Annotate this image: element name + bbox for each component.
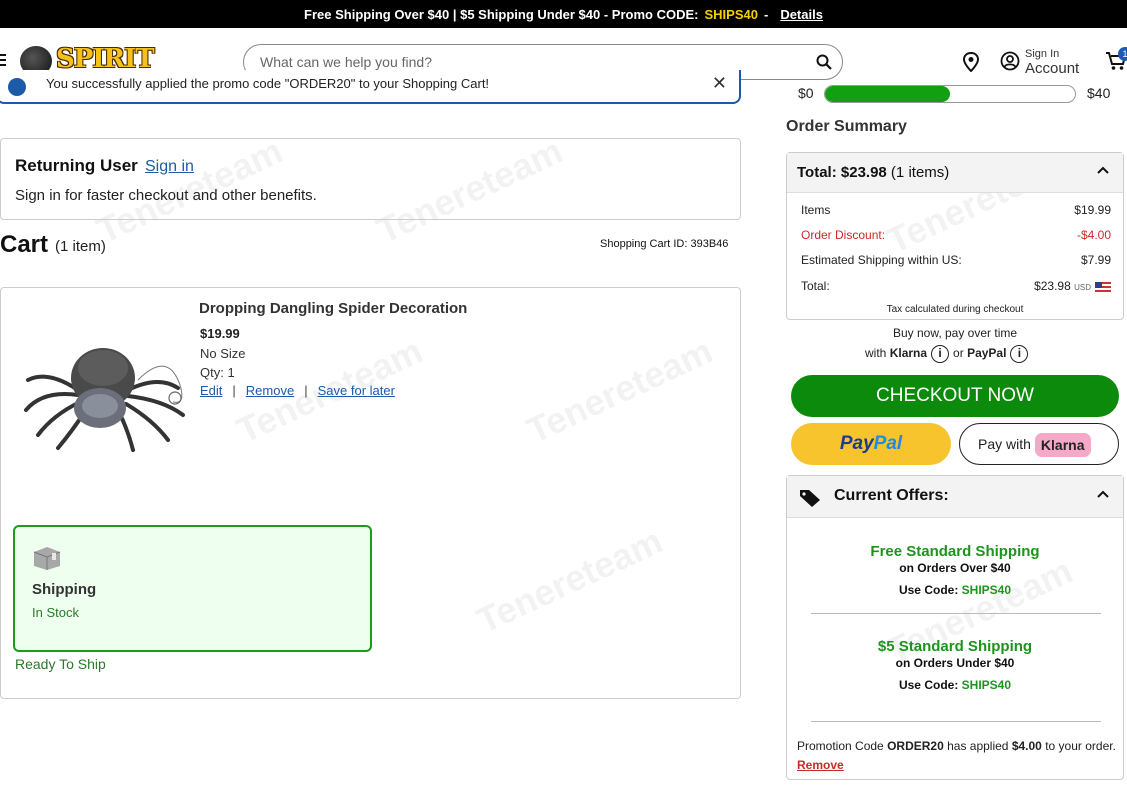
details-link[interactable]: Details (780, 7, 823, 22)
account-icon[interactable] (1000, 51, 1020, 71)
search-icon[interactable] (816, 54, 832, 70)
order-summary-panel: Total: $23.98 (1 items) Items $19.99 Orde… (786, 152, 1124, 320)
progress-max-label: $40 (1087, 85, 1111, 101)
paypal-logo-pal: Pal (873, 433, 903, 454)
summary-row-shipping: Estimated Shipping within US: $7.99 (801, 253, 1111, 267)
progress-fill (825, 86, 950, 102)
product-size: No Size (200, 346, 246, 361)
info-icon (8, 78, 26, 96)
paypal-button[interactable]: PayPal (791, 423, 951, 465)
cart-item-count: (1 item) (55, 238, 106, 255)
current-offers-panel: Current Offers: Free Standard Shipping o… (786, 475, 1124, 780)
item-actions: Edit | Remove | Save for later (200, 383, 395, 398)
summary-row-items: Items $19.99 (801, 203, 1111, 217)
shopping-cart-id: Shopping Cart ID: 393B46 (600, 238, 729, 250)
promo-bar: Free Shipping Over $40 | $5 Shipping Und… (0, 0, 1127, 28)
stock-status: In Stock (32, 605, 79, 620)
product-price: $19.99 (200, 326, 240, 341)
edit-link[interactable]: Edit (200, 383, 222, 398)
chevron-up-icon[interactable] (1097, 490, 1109, 498)
checkout-now-button[interactable]: CHECKOUT NOW (791, 375, 1119, 417)
promo-dash: - (763, 6, 769, 22)
info-icon[interactable]: i (931, 345, 950, 363)
close-icon[interactable]: ✕ (712, 73, 727, 94)
info-icon[interactable]: i (1010, 345, 1029, 363)
product-name[interactable]: Dropping Dangling Spider Decoration (199, 300, 467, 317)
package-icon (33, 547, 61, 570)
order-summary-header[interactable]: Total: $23.98 (1 items) (787, 153, 1123, 193)
shipping-option-card[interactable]: Shipping In Stock (13, 525, 372, 652)
summary-row-total: Total: $23.98 USD (801, 279, 1111, 293)
remove-link[interactable]: Remove (246, 383, 294, 398)
free-shipping-progress (824, 85, 1076, 103)
paypal-text: PayPal (967, 346, 1007, 361)
returning-user-panel: Returning User Sign in Sign in for faste… (0, 138, 741, 220)
returning-user-subtitle: Sign in for faster checkout and other be… (15, 187, 317, 204)
cart-count-badge: 1 (1118, 47, 1127, 61)
notice-text: You successfully applied the promo code … (46, 76, 490, 91)
progress-min-label: $0 (798, 85, 814, 101)
bnpl-text: Buy now, pay over time (892, 326, 1018, 340)
klarna-text: Klarna (889, 346, 928, 361)
summary-item-count: (1 items) (886, 164, 950, 181)
offer-free-shipping: Free Standard Shipping on Orders Over $4… (870, 543, 1040, 597)
tag-icon (800, 490, 820, 507)
search-input[interactable] (260, 54, 800, 70)
paypal-logo-pay: Pay (839, 433, 874, 454)
spider-product-image[interactable] (18, 330, 188, 455)
remove-promo-link[interactable]: Remove (797, 758, 844, 772)
currency-label: USD (1074, 283, 1091, 292)
account-link[interactable]: Account (1025, 60, 1079, 77)
location-pin-icon[interactable] (962, 52, 980, 72)
menu-icon[interactable] (0, 54, 6, 69)
separator: | (232, 383, 236, 398)
tax-note: Tax calculated during checkout (886, 304, 1024, 315)
offer-5-shipping: $5 Standard Shipping on Orders Under $40… (877, 638, 1033, 692)
promo-text: Free Shipping Over $40 | $5 Shipping Und… (304, 6, 699, 22)
chevron-up-icon[interactable] (1097, 166, 1109, 174)
cart-title: Cart (0, 231, 49, 258)
summary-row-discount: Order Discount: -$4.00 (801, 228, 1111, 242)
current-offers-header[interactable]: Current Offers: (787, 476, 1123, 518)
ready-to-ship: Ready To Ship (15, 656, 106, 672)
product-qty: Qty: 1 (200, 365, 235, 380)
klarna-logo: Klarna (1034, 433, 1091, 458)
promo-applied-notice: You successfully applied the promo code … (0, 70, 741, 104)
current-offers-title: Current Offers: (834, 487, 949, 504)
separator: | (304, 383, 308, 398)
bnpl-options: with Klarna i or PayPal i (865, 345, 1032, 363)
us-flag-icon (1095, 281, 1111, 292)
promo-code: SHIPS40 (704, 6, 758, 22)
klarna-button[interactable]: Pay with Klarna (959, 423, 1119, 465)
sign-in-link[interactable]: Sign in (145, 158, 194, 176)
order-summary-title: Order Summary (786, 118, 907, 135)
offer-divider (811, 613, 1101, 614)
sign-in-label[interactable]: Sign In (1025, 48, 1059, 60)
summary-total: Total: $23.98 (797, 164, 887, 181)
save-for-later-link[interactable]: Save for later (318, 383, 395, 398)
shipping-label: Shipping (32, 581, 97, 598)
returning-user-title: Returning User (15, 156, 138, 175)
promo-code-applied: Promotion Code ORDER20 has applied $4.00… (797, 739, 1116, 772)
offer-divider (811, 721, 1101, 722)
